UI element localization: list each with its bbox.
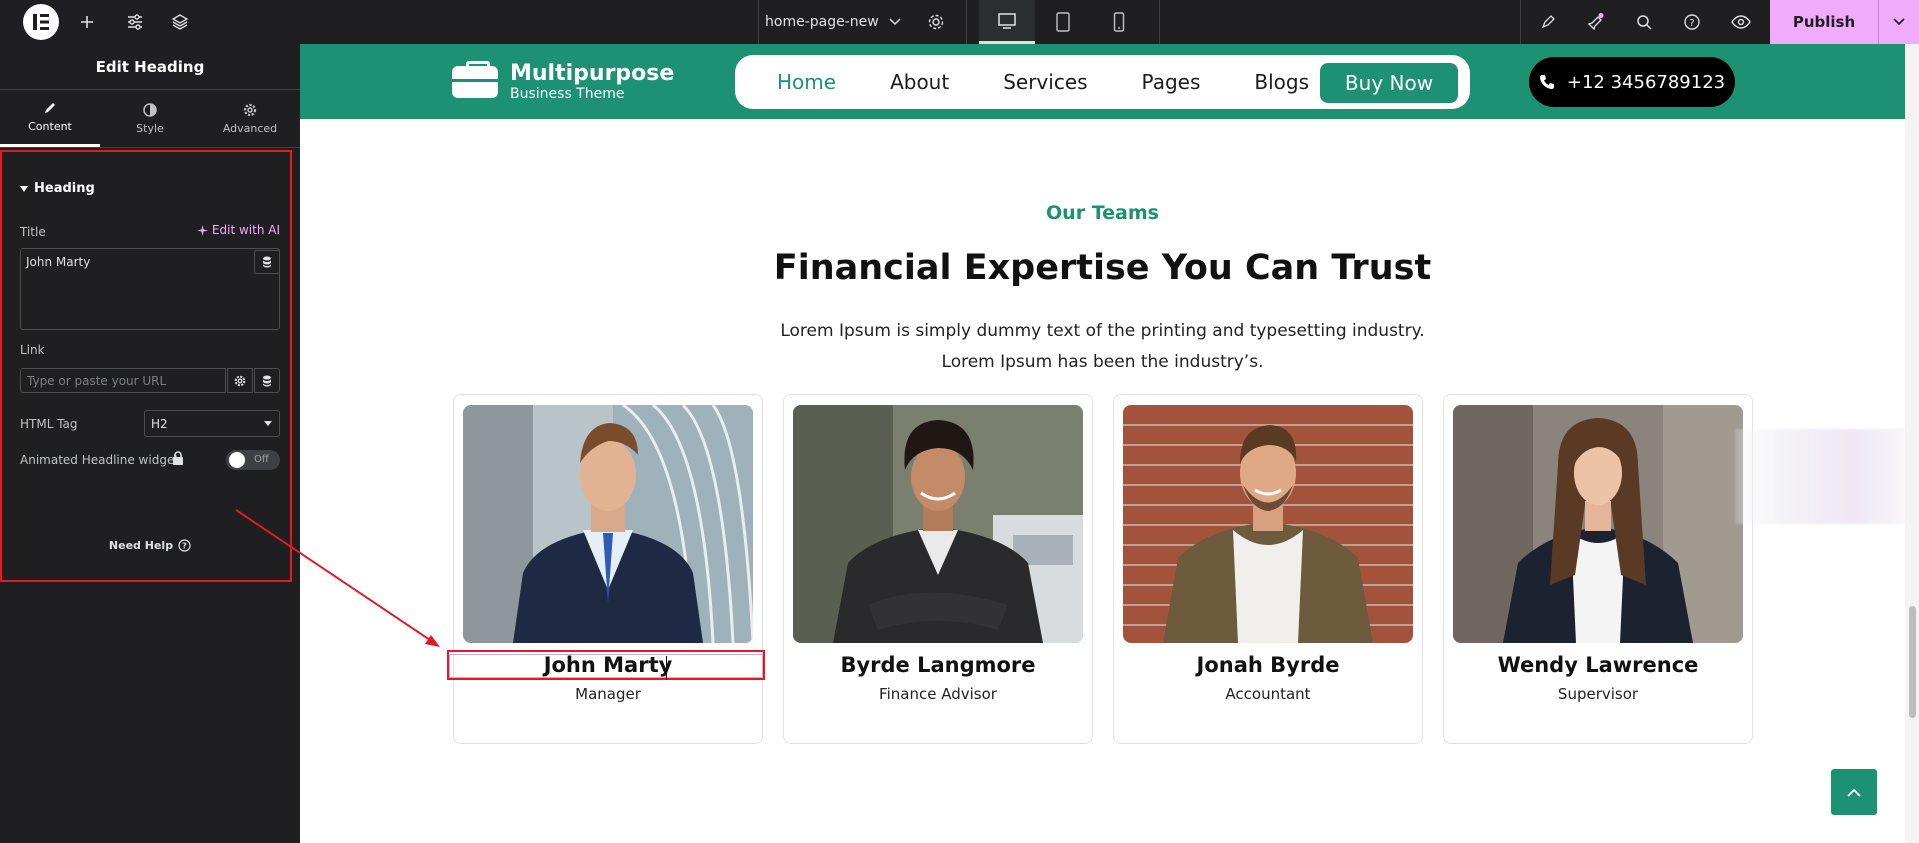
team-member-name[interactable]: Jonah Byrde xyxy=(1114,653,1422,677)
link-url-input[interactable]: Type or paste your URL xyxy=(20,368,226,393)
help-icon[interactable]: ? xyxy=(1678,8,1706,36)
description-line-1: Lorem Ipsum is simply dummy text of the … xyxy=(780,321,1425,341)
need-help-label: Need Help xyxy=(108,539,174,552)
html-tag-select[interactable]: H2 xyxy=(144,410,280,437)
animated-headline-toggle[interactable]: Off xyxy=(226,450,280,470)
team-member-role: Accountant xyxy=(1225,685,1311,703)
title-textarea[interactable]: John Marty xyxy=(20,248,280,330)
team-member-name[interactable]: John Marty xyxy=(454,653,762,677)
half-circle-icon xyxy=(143,102,157,117)
panel-tabs: Content Style Advanced xyxy=(0,90,300,148)
search-icon[interactable] xyxy=(1630,8,1658,36)
nav-blogs[interactable]: Blogs xyxy=(1254,70,1309,94)
edit-with-ai-link[interactable]: Edit with AI xyxy=(196,223,280,237)
svg-text:?: ? xyxy=(1689,18,1694,29)
animated-headline-label: Animated Headline widget xyxy=(20,453,180,467)
section-label: Heading xyxy=(34,181,95,196)
add-element-icon[interactable] xyxy=(73,8,101,36)
team-photo-byrde xyxy=(793,405,1083,643)
team-photo-wendy xyxy=(1453,405,1743,643)
panel-title: Edit Heading xyxy=(0,44,300,90)
text-cursor xyxy=(666,656,667,680)
team-card[interactable]: Jonah Byrde Accountant xyxy=(1113,394,1423,744)
whats-new-icon[interactable] xyxy=(1582,8,1610,36)
main-nav: Home About Services Pages Blogs Buy Now xyxy=(735,55,1470,109)
chevron-down-icon xyxy=(889,18,901,26)
team-member-role: Manager xyxy=(575,685,641,703)
section-eyebrow: Our Teams xyxy=(1046,202,1159,224)
tab-advanced-label: Advanced xyxy=(222,121,278,135)
nav-about[interactable]: About xyxy=(890,70,949,94)
tab-advanced[interactable]: Advanced xyxy=(200,90,300,147)
annotation-highlight-box xyxy=(0,150,292,582)
link-options-gear-icon[interactable] xyxy=(227,368,253,393)
team-card[interactable]: Byrde Langmore Finance Advisor xyxy=(783,394,1093,744)
lock-icon xyxy=(173,451,183,465)
chevron-up-icon xyxy=(1847,788,1861,797)
elementor-logo-icon[interactable] xyxy=(23,4,59,40)
phone-icon xyxy=(1539,75,1554,89)
edit-with-ai-label: Edit with AI xyxy=(211,223,280,237)
site-brand[interactable]: Multipurpose Business Theme xyxy=(452,61,675,102)
blurred-overlay xyxy=(1735,429,1905,524)
question-circle-icon: ? xyxy=(178,539,191,552)
brand-name: Multipurpose xyxy=(510,61,675,86)
team-member-role: Finance Advisor xyxy=(879,685,997,703)
mobile-view-icon[interactable] xyxy=(1091,0,1147,44)
edit-panel: Edit Heading Content Style Advanced Head… xyxy=(0,44,300,843)
team-member-role: Supervisor xyxy=(1557,685,1639,703)
team-card[interactable]: Wendy Lawrence Supervisor xyxy=(1443,394,1753,744)
phone-number: +12 3456789123 xyxy=(1566,71,1726,93)
nav-pages[interactable]: Pages xyxy=(1142,70,1201,94)
tab-content-label: Content xyxy=(28,120,72,133)
back-to-top-button[interactable] xyxy=(1831,769,1877,815)
need-help-link[interactable]: Need Help ? xyxy=(0,539,300,552)
tablet-view-icon[interactable] xyxy=(1035,0,1091,44)
page-settings-gear-icon[interactable] xyxy=(922,8,950,36)
preview-eye-icon[interactable] xyxy=(1727,8,1755,36)
phone-button[interactable]: +12 3456789123 xyxy=(1529,57,1735,107)
brand-subtitle: Business Theme xyxy=(510,86,625,102)
team-photo-jonah xyxy=(1123,405,1413,643)
title-label: Title xyxy=(20,225,46,239)
team-card[interactable]: John Marty Manager xyxy=(447,394,765,744)
pencil-icon xyxy=(45,103,55,113)
publish-button[interactable]: Publish xyxy=(1770,0,1919,44)
description-line-2: Lorem Ipsum has been the industry’s. xyxy=(941,352,1264,372)
sparkle-icon xyxy=(196,224,208,236)
editor-topbar: home-page-new ? Publish xyxy=(0,0,1919,44)
site-header: Multipurpose Business Theme Home About S… xyxy=(300,44,1905,119)
page-selector[interactable]: home-page-new xyxy=(765,0,901,44)
team-member-name[interactable]: Wendy Lawrence xyxy=(1444,653,1752,677)
toggle-state-label: Off xyxy=(254,454,269,465)
briefcase-icon xyxy=(452,61,498,98)
nav-services[interactable]: Services xyxy=(1003,70,1087,94)
svg-text:?: ? xyxy=(182,542,187,551)
tab-style[interactable]: Style xyxy=(100,90,200,147)
structure-layers-icon[interactable] xyxy=(166,8,194,36)
nav-home[interactable]: Home xyxy=(777,70,836,94)
site-preview: Multipurpose Business Theme Home About S… xyxy=(300,44,1905,843)
publish-label: Publish xyxy=(1792,13,1856,31)
page-name: home-page-new xyxy=(765,14,879,30)
publish-options-chevron-icon[interactable] xyxy=(1879,18,1919,26)
tab-style-label: Style xyxy=(136,121,164,135)
section-description: Lorem Ipsum is simply dummy text of the … xyxy=(300,316,1905,378)
rocket-icon[interactable] xyxy=(1534,8,1562,36)
gear-icon xyxy=(243,103,257,116)
section-headline: Financial Expertise You Can Trust xyxy=(773,248,1432,288)
caret-down-icon xyxy=(20,185,28,192)
team-photo-john xyxy=(463,405,753,643)
link-dynamic-tags-icon[interactable] xyxy=(254,368,280,393)
buy-now-button[interactable]: Buy Now xyxy=(1320,63,1458,103)
link-label: Link xyxy=(20,343,45,357)
page-scrollbar[interactable] xyxy=(1905,44,1919,843)
desktop-view-icon[interactable] xyxy=(979,0,1035,44)
heading-section-toggle[interactable]: Heading xyxy=(20,181,95,196)
team-member-name[interactable]: Byrde Langmore xyxy=(784,653,1092,677)
html-tag-label: HTML Tag xyxy=(20,417,78,431)
tab-content[interactable]: Content xyxy=(0,90,100,147)
site-settings-icon[interactable] xyxy=(121,8,149,36)
dynamic-tags-icon[interactable] xyxy=(254,250,280,274)
